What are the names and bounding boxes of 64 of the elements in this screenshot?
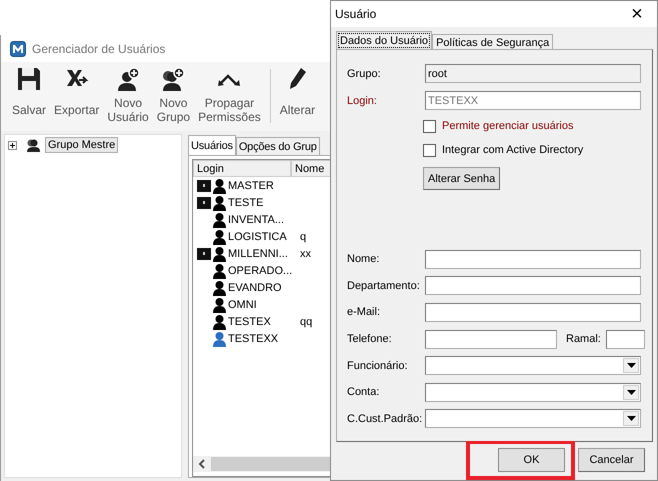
field-label: Login: [347, 94, 378, 106]
user-login[interactable]: OPERADO... [228, 264, 298, 276]
group-field: root [425, 64, 641, 83]
toolbar-button[interactable]: Novo Grupo [154, 65, 194, 127]
user-login[interactable]: INVENTA... [228, 214, 298, 226]
group-icon [25, 137, 41, 153]
scroll-left-icon[interactable] [198, 459, 206, 469]
extension-field[interactable] [606, 330, 645, 349]
user-login[interactable]: OMNI [228, 298, 298, 310]
field-label: Ramal: [566, 333, 601, 346]
tab[interactable]: Opções do Grup [236, 137, 320, 156]
user-name: qq [300, 316, 312, 328]
checkbox-label: Integrar com Active Directory [442, 144, 584, 156]
column-header[interactable]: Nome [291, 160, 332, 177]
tree-item[interactable]: Grupo Mestre [45, 137, 118, 153]
expand-icon[interactable] [8, 140, 17, 150]
user-login[interactable]: MILLENNI... [228, 248, 298, 260]
user-login[interactable]: MASTER [228, 180, 298, 192]
field-label: Conta: [347, 386, 380, 398]
field-label: Funcionário: [347, 360, 409, 372]
user-login[interactable]: TESTEX [228, 316, 298, 328]
app-icon [10, 40, 26, 56]
dropdown[interactable] [425, 382, 641, 402]
toolbar-button[interactable]: Propagar Permissões [195, 65, 264, 127]
field-label: Grupo: [347, 68, 382, 80]
toolbar-button[interactable]: Salvar [9, 65, 50, 127]
phone-field[interactable] [425, 330, 557, 349]
checkbox-label: Permite gerenciar usuários [442, 120, 574, 132]
field-label: e-Mail: [347, 306, 382, 318]
tab[interactable]: Usuários [188, 135, 236, 156]
user-login[interactable]: EVANDRO [228, 282, 298, 294]
dropdown[interactable] [425, 409, 641, 428]
dialog-title: Usuário [335, 7, 376, 21]
save-icon [16, 66, 42, 92]
text-field[interactable] [425, 276, 641, 296]
user-login[interactable]: TESTE [228, 196, 298, 208]
add-group-icon [160, 66, 186, 92]
horizontal-scrollbar[interactable] [193, 456, 332, 472]
close-button[interactable]: × [617, 1, 657, 27]
user-login[interactable]: TESTEXX [228, 332, 298, 344]
checkbox[interactable] [423, 120, 436, 132]
user-name: q [300, 230, 306, 242]
field-label: Nome: [347, 253, 380, 266]
text-field[interactable] [425, 302, 641, 322]
field-label: Departamento: [347, 280, 421, 292]
dialog-button[interactable]: Cancelar [578, 448, 645, 472]
dialog-button[interactable]: OK [498, 448, 565, 472]
add-user-icon [115, 66, 142, 92]
field-label: C.Cust.Padrão: [347, 412, 424, 425]
column-header[interactable]: Login [193, 160, 291, 177]
tab[interactable]: Políticas de Segurança [432, 34, 554, 50]
change-password-button[interactable]: Alterar Senha [423, 167, 500, 190]
dropdown[interactable] [425, 356, 641, 376]
checkbox[interactable] [423, 144, 436, 156]
toolbar-button[interactable]: Exportar [51, 65, 102, 127]
tab[interactable]: Dados do Usuário [336, 31, 432, 50]
toolbar-button[interactable]: Novo Usuário [104, 65, 152, 127]
text-field[interactable] [425, 250, 641, 269]
user-login[interactable]: LOGISTICA [228, 230, 298, 242]
user-name: xx [300, 248, 311, 260]
login-field[interactable]: TESTEXX [425, 91, 641, 110]
field-label: Telefone: [347, 333, 393, 346]
toolbar-button[interactable]: Alterar [276, 65, 318, 127]
window-title: Gerenciador de Usuários [32, 42, 166, 56]
